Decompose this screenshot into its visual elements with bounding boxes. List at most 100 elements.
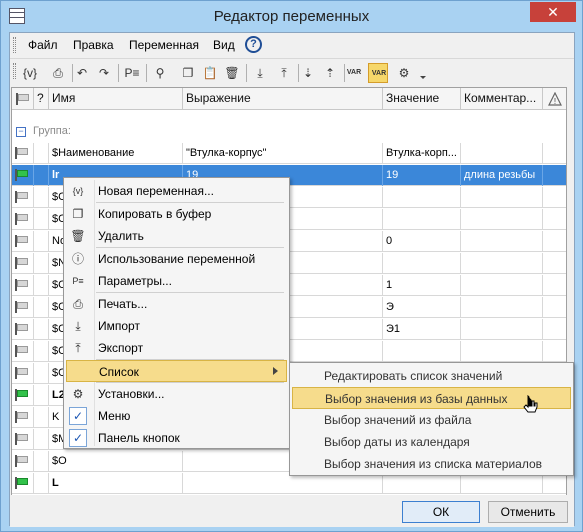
cell-comment[interactable] (461, 231, 543, 252)
toolbar-button-new-variable[interactable]: {v} (20, 63, 40, 83)
row-flag-cell[interactable] (12, 165, 34, 186)
table-row[interactable]: L (12, 473, 566, 494)
cell-q[interactable] (34, 231, 49, 252)
row-flag-cell[interactable] (12, 385, 34, 406)
table-row[interactable]: $Наименование "Втулка-корпус" Втулка-корп.… (12, 143, 566, 164)
cell-q[interactable] (34, 209, 49, 230)
menu-view[interactable]: Вид (213, 38, 235, 52)
toolbar-button-paste[interactable]: 📋 (200, 63, 220, 83)
cell-q[interactable] (34, 407, 49, 428)
header-question[interactable]: ? (34, 88, 49, 110)
toolbar-button-find[interactable]: ⚲ (150, 63, 170, 83)
submenu-item[interactable]: Выбор значения из списка материалов (292, 453, 571, 475)
cell-value[interactable]: Э1 (383, 319, 461, 340)
ctx-export[interactable]: ⤒ Экспорт (66, 337, 287, 359)
cell-q[interactable] (34, 253, 49, 274)
cell-comment[interactable] (461, 473, 543, 494)
cell-q[interactable] (34, 341, 49, 362)
toolbar-button-variable-active[interactable]: VAR (368, 63, 388, 83)
cell-q[interactable] (34, 165, 49, 186)
cell-expr[interactable]: "Втулка-корпус" (183, 143, 383, 164)
toolbar-button-parameters[interactable]: P≡ (122, 63, 142, 83)
cancel-button[interactable]: Отменить (488, 501, 568, 523)
ctx-usage[interactable]: ⓘ Использование переменной (66, 248, 287, 270)
ctx-list[interactable]: Список (66, 360, 287, 382)
cell-comment[interactable] (461, 253, 543, 274)
cell-q[interactable] (34, 385, 49, 406)
cell-q[interactable] (34, 319, 49, 340)
row-flag-cell[interactable] (12, 187, 34, 208)
toolbar-button-redo[interactable]: ↷ (94, 63, 114, 83)
submenu-item[interactable]: Редактировать список значений (292, 365, 571, 387)
cell-q[interactable] (34, 275, 49, 296)
cell-comment[interactable] (461, 275, 543, 296)
row-flag-cell[interactable] (12, 429, 34, 450)
cell-value[interactable]: 0 (383, 231, 461, 252)
ctx-settings[interactable]: ⚙ Установки... (66, 383, 287, 405)
cell-value[interactable] (383, 187, 461, 208)
cell-name[interactable]: $O (49, 451, 183, 472)
row-flag-cell[interactable] (12, 407, 34, 428)
cell-value[interactable]: 1 (383, 275, 461, 296)
cell-value[interactable]: 19 (383, 165, 461, 186)
ctx-print[interactable]: ⎙ Печать... (66, 293, 287, 315)
menu-file[interactable]: Файл (28, 38, 58, 52)
title-bar[interactable]: Редактор переменных ✕ (1, 1, 582, 31)
ctx-new-variable[interactable]: {v} Новая переменная... (66, 180, 287, 202)
toolbar-button-print[interactable]: ⎙ (48, 63, 68, 83)
ctx-copy[interactable]: ❐ Копировать в буфер (66, 203, 287, 225)
help-icon[interactable]: ? (245, 36, 262, 53)
cell-value[interactable]: Втулка-корп... (383, 143, 461, 164)
close-button[interactable]: ✕ (530, 2, 576, 22)
toolbar-button-settings[interactable]: ⚙ (394, 63, 414, 83)
row-flag-cell[interactable] (12, 473, 34, 494)
cell-comment[interactable] (461, 209, 543, 230)
cell-name[interactable]: $Наименование (49, 143, 183, 164)
toolbar-button-copy[interactable]: ❐ (178, 63, 198, 83)
ctx-delete[interactable]: 🗑 Удалить (66, 225, 287, 247)
toolbar-button-variable[interactable]: VAR (344, 63, 364, 83)
cell-q[interactable] (34, 297, 49, 318)
group-row[interactable]: − Группа: (12, 122, 566, 142)
cell-name[interactable]: L (49, 473, 183, 494)
cell-value[interactable] (383, 341, 461, 362)
row-flag-cell[interactable] (12, 253, 34, 274)
header-expression[interactable]: Выражение (183, 88, 383, 110)
toolbar-button-sort-down[interactable]: ⇣ (298, 63, 318, 83)
menu-variable[interactable]: Переменная (129, 38, 199, 52)
cell-q[interactable] (34, 473, 49, 494)
header-value[interactable]: Значение (383, 88, 461, 110)
cell-q[interactable] (34, 187, 49, 208)
toolbar-grip-icon[interactable] (13, 63, 16, 79)
row-flag-cell[interactable] (12, 209, 34, 230)
menu-edit[interactable]: Правка (73, 38, 114, 52)
ctx-import[interactable]: ⤓ Импорт (66, 315, 287, 337)
row-flag-cell[interactable] (12, 297, 34, 318)
cell-comment[interactable] (461, 319, 543, 340)
cell-comment[interactable]: длина резьбы (461, 165, 543, 186)
collapse-icon[interactable]: − (16, 127, 26, 137)
ctx-parameters[interactable]: P≡ Параметры... (66, 270, 287, 292)
cell-comment[interactable] (461, 187, 543, 208)
cell-comment[interactable] (461, 341, 543, 362)
row-flag-cell[interactable] (12, 275, 34, 296)
ctx-toolbar[interactable]: ✓ Панель кнопок (66, 427, 287, 449)
cell-q[interactable] (34, 429, 49, 450)
cell-value[interactable] (383, 253, 461, 274)
row-flag-cell[interactable] (12, 341, 34, 362)
toolbar-button-import[interactable]: ⤓ (250, 63, 270, 83)
toolbar-button-export[interactable]: ⤒ (274, 63, 294, 83)
toolbar-button-delete[interactable]: 🗑 (222, 63, 242, 83)
cell-q[interactable] (34, 363, 49, 384)
row-flag-cell[interactable] (12, 363, 34, 384)
ok-button[interactable]: ОК (402, 501, 480, 523)
row-flag-cell[interactable] (12, 231, 34, 252)
header-comment[interactable]: Комментар... (461, 88, 543, 110)
ctx-menu[interactable]: ✓ Меню (66, 405, 287, 427)
row-flag-cell[interactable] (12, 143, 34, 164)
cell-q[interactable] (34, 143, 49, 164)
header-flag[interactable] (12, 88, 34, 110)
toolbar-button-undo[interactable]: ↶ (72, 63, 92, 83)
toolbar-button-sort-up[interactable]: ⇡ (320, 63, 340, 83)
cell-value[interactable] (383, 473, 461, 494)
